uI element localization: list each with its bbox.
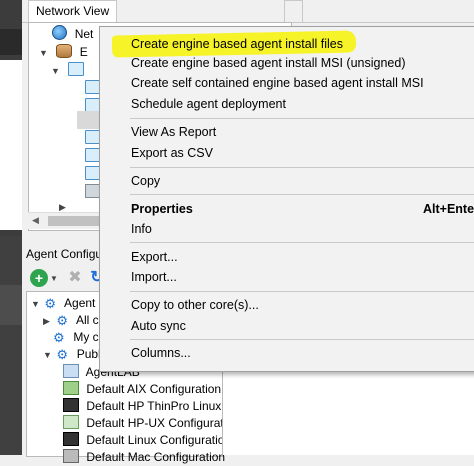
collapse-icon[interactable]: ▼ <box>31 295 41 313</box>
gear-icon: ⚙ <box>53 330 65 345</box>
folder-icon <box>68 62 85 76</box>
delete-icon[interactable]: ✖ <box>66 269 84 287</box>
tree-node-config-item[interactable]: Default HP ThinPro Linux Cor <box>63 397 244 415</box>
menu-item-copy-to-other-cores[interactable]: Copy to other core(s)... <box>100 295 474 315</box>
tree-node-label: Net <box>74 27 94 41</box>
menu-item-create-engine-msi-unsigned[interactable]: Create engine based agent install MSI (u… <box>100 53 474 73</box>
tree-node-all-configs[interactable]: ▶ ⚙ All co <box>43 311 105 329</box>
tree-node-public-configs[interactable]: ▼ ⚙ Publi <box>43 345 103 363</box>
tree-node-root[interactable]: Net <box>39 25 93 43</box>
menu-separator <box>130 118 474 119</box>
gear-icon: ⚙ <box>56 347 68 362</box>
collapse-icon[interactable]: ▼ <box>43 346 53 364</box>
menu-separator <box>130 291 474 292</box>
database-icon <box>56 44 73 58</box>
tree-node-folder[interactable]: ▼ <box>51 61 88 79</box>
tree-node-label: Default HP-UX Configuration <box>86 416 240 430</box>
add-icon[interactable]: + <box>30 269 48 287</box>
menu-item-export[interactable]: Export... <box>100 247 474 267</box>
tree-node-config-item[interactable]: Default HP-UX Configuration <box>63 414 240 432</box>
left-side-panel <box>0 0 22 455</box>
menu-item-columns[interactable]: Columns... <box>100 343 474 363</box>
linux-icon <box>63 398 79 412</box>
tab-strip: Network View <box>22 0 474 23</box>
details-pane <box>222 368 474 455</box>
collapse-icon[interactable]: ▼ <box>51 62 61 80</box>
left-panel-lower-area <box>0 236 22 455</box>
menu-item-view-as-report[interactable]: View As Report <box>100 122 474 142</box>
menu-item-copy[interactable]: Copy <box>100 171 474 191</box>
tree-node-config-item[interactable]: Default Mac Configuration <box>63 448 225 466</box>
menu-separator <box>130 242 474 243</box>
menu-item-export-as-csv[interactable]: Export as CSV <box>100 143 474 163</box>
hpux-icon <box>63 415 79 429</box>
menu-separator <box>130 194 474 195</box>
menu-item-create-self-contained-msi[interactable]: Create self contained engine based agent… <box>100 73 474 93</box>
context-menu: Create engine based agent install files … <box>99 26 474 372</box>
menu-item-schedule-agent-deployment[interactable]: Schedule agent deployment <box>100 94 474 114</box>
globe-icon <box>52 25 68 40</box>
expand-icon[interactable]: ▶ <box>43 312 53 330</box>
menu-item-import[interactable]: Import... <box>100 267 474 287</box>
tree-node-label: Default Linux Configuration <box>86 433 232 447</box>
tree-node-label: E <box>79 45 88 59</box>
tree-node-config-item[interactable]: Default AIX Configuration <box>63 380 221 398</box>
gear-icon: ⚙ <box>44 296 56 311</box>
menu-item-create-engine-install-files[interactable]: Create engine based agent install files <box>100 34 474 54</box>
collapse-icon[interactable]: ▼ <box>39 44 49 62</box>
tree-node-my-configs[interactable]: ⚙ My co <box>53 328 105 346</box>
tab-network-view[interactable]: Network View <box>28 0 118 22</box>
tree-node-label: Default HP ThinPro Linux Cor <box>86 399 244 413</box>
tree-node-selected[interactable] <box>77 111 99 129</box>
gear-icon: ⚙ <box>56 313 68 328</box>
tree-node-database[interactable]: ▼ E <box>39 43 88 61</box>
menu-separator <box>130 339 474 340</box>
menu-separator <box>130 167 474 168</box>
shortcut-label: Alt+Enter <box>423 202 474 216</box>
tab-secondary[interactable] <box>284 0 304 22</box>
left-panel-lower-row[interactable] <box>0 285 22 325</box>
menu-item-info[interactable]: Info <box>100 219 474 239</box>
tree-node-agent-config[interactable]: ▼ ⚙ Agent C <box>31 294 107 312</box>
left-panel-selected-row[interactable] <box>0 29 22 55</box>
agent-icon <box>63 364 79 378</box>
aix-icon <box>63 381 79 395</box>
tree-node-label: Default AIX Configuration <box>86 382 222 396</box>
scroll-left-icon[interactable]: ◀ <box>32 215 39 226</box>
tree-node-config-item[interactable]: Default Linux Configuration <box>63 431 231 449</box>
menu-item-auto-sync[interactable]: Auto sync <box>100 316 474 336</box>
tree-node-label: Default Mac Configuration <box>86 450 226 464</box>
dropdown-arrow-icon[interactable]: ▼ <box>50 274 60 292</box>
left-panel-light-area <box>0 60 22 230</box>
mac-icon <box>63 449 79 463</box>
linux-icon <box>63 432 79 446</box>
menu-item-properties[interactable]: Properties Alt+Enter <box>100 199 474 219</box>
